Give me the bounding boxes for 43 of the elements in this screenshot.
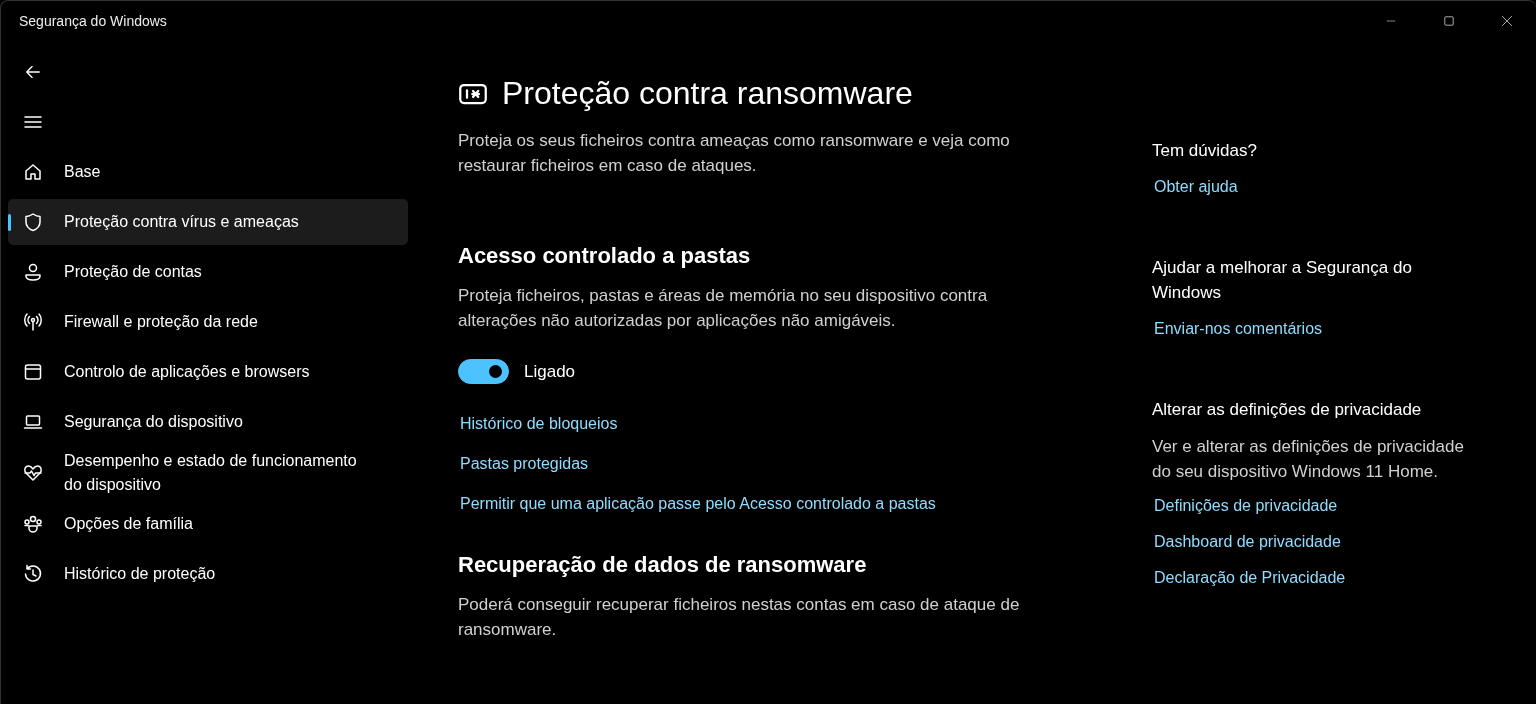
close-icon: [1500, 14, 1514, 28]
aside-heading: Alterar as definições de privacidade: [1152, 399, 1423, 421]
sidebar-item[interactable]: Firewall e proteção da rede: [8, 299, 408, 345]
sidebar-item[interactable]: Histórico de proteção: [8, 551, 408, 597]
link[interactable]: Definições de privacidade: [1154, 494, 1338, 518]
sidebar-item[interactable]: Base: [8, 149, 408, 195]
toggle-switch[interactable]: [458, 359, 509, 384]
page-title: Proteção contra ransomware: [502, 75, 913, 112]
aside-text: Ver e alterar as definições de privacidade do seu dispositivo Windows 11 Home.: [1152, 436, 1465, 483]
section-heading: Recuperação de dados de ransomware: [458, 551, 868, 579]
browser-window-icon: [23, 362, 43, 382]
link[interactable]: Enviar-nos comentários: [1154, 317, 1323, 341]
shield-icon: [23, 212, 43, 232]
laptop-icon: [23, 412, 43, 432]
link[interactable]: Permitir que uma aplicação passe pelo Acesso controlado a pastas: [460, 492, 936, 516]
link[interactable]: Declaração de Privacidade: [1154, 566, 1346, 590]
sidebar-item[interactable]: Desempenho e estado de funcionamento do dispositivo: [8, 449, 408, 497]
history-icon: [23, 564, 43, 584]
section-heading: Acesso controlado a pastas: [458, 242, 752, 270]
back-arrow-icon: [24, 63, 42, 81]
link[interactable]: Histórico de bloqueios: [460, 412, 618, 436]
sidebar-item[interactable]: Proteção contra vírus e ameaças: [8, 199, 408, 245]
page-description: Proteja os seus ficheiros contra ameaças como ransomware e veja como restaurar ficheiros em caso de ataques.: [458, 130, 1011, 177]
maximize-icon: [1442, 14, 1456, 28]
sidebar-item[interactable]: Segurança do dispositivo: [8, 399, 408, 445]
sidebar-item[interactable]: Opções de família: [8, 501, 408, 547]
toggle-label: Ligado: [524, 361, 576, 382]
section-description: Proteja ficheiros, pastas e áreas de memória no seu dispositivo contra alterações não autorizadas por aplicações não amigáveis.: [458, 285, 989, 332]
selection-indicator: [8, 214, 11, 231]
aside-heading: Tem dúvidas?: [1152, 140, 1258, 162]
antenna-icon: [23, 312, 43, 332]
link[interactable]: Obter ajuda: [1154, 175, 1238, 199]
section-description: Poderá conseguir recuperar ficheiros nestas contas em caso de ataque de ransomware.: [458, 594, 1021, 641]
family-icon: [23, 514, 43, 534]
link[interactable]: Pastas protegidas: [460, 452, 589, 476]
heart-pulse-icon: [23, 463, 43, 483]
aside-heading: Ajudar a melhorar a Segurança do Windows: [1152, 257, 1413, 304]
home-icon: [23, 162, 43, 182]
window-title: Segurança do Windows: [19, 13, 167, 29]
sidebar-item[interactable]: Proteção de contas: [8, 249, 408, 295]
link[interactable]: Dashboard de privacidade: [1154, 530, 1341, 554]
sidebar-item[interactable]: Controlo de aplicações e browsers: [8, 349, 408, 395]
person-icon: [23, 262, 43, 282]
